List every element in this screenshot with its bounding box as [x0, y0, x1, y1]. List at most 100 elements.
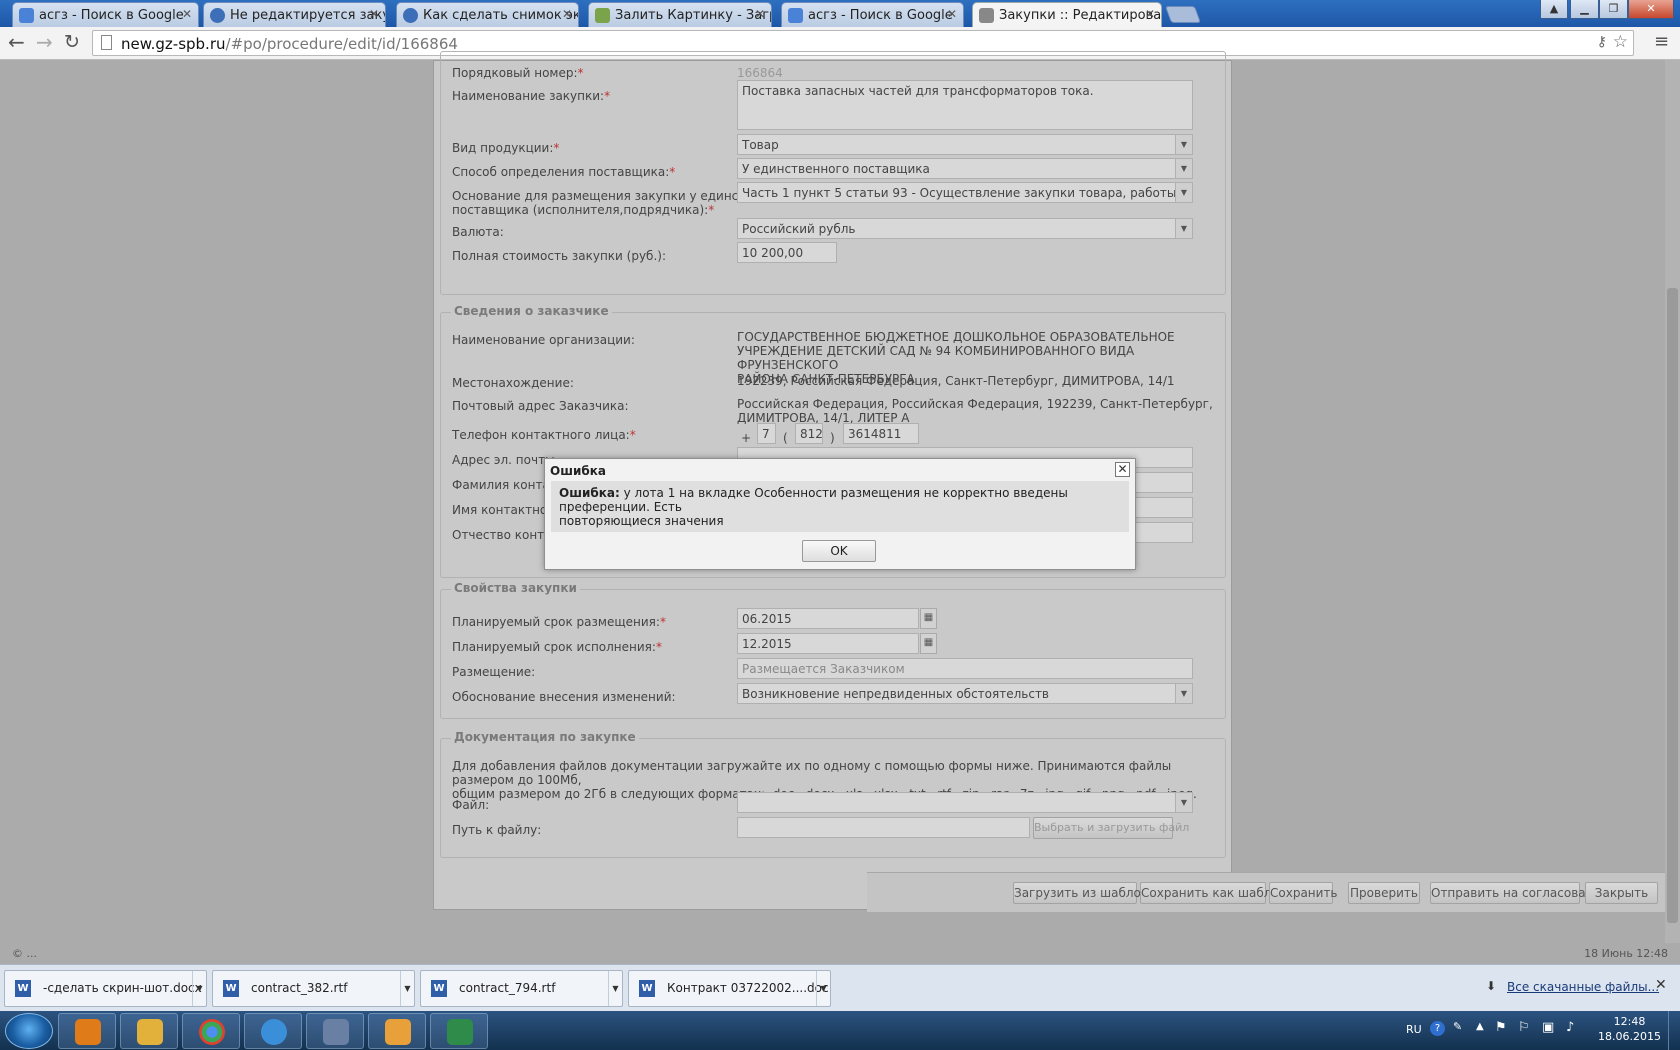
chevron-down-icon[interactable]: ▼ — [816, 971, 830, 1006]
page-scrollbar[interactable] — [1665, 60, 1680, 943]
download-item[interactable]: W contract_382.rtf ▼ — [212, 970, 415, 1007]
taskbar-outlook[interactable] — [368, 1013, 426, 1049]
execution-term-input[interactable]: 12.2015 — [737, 633, 919, 654]
tab-question-1[interactable]: Не редактируется закупк ✕ — [203, 2, 386, 27]
language-indicator[interactable]: RU — [1406, 1023, 1422, 1036]
taskbar-excel[interactable] — [430, 1013, 488, 1049]
tab-image-upload[interactable]: Залить Картинку - Загру ✕ — [588, 2, 772, 27]
close-icon[interactable]: ✕ — [1115, 462, 1130, 477]
taskbar-explorer[interactable] — [120, 1013, 178, 1049]
supplier-method-select[interactable]: У единственного поставщика ▼ — [737, 158, 1193, 179]
total-cost-input[interactable]: 10 200,00 — [737, 242, 837, 263]
product-type-select[interactable]: Товар ▼ — [737, 134, 1193, 155]
url-text: new.gz-spb.ru/#po/procedure/edit/id/1668… — [121, 35, 458, 53]
phone-number-input[interactable]: 3614811 — [843, 423, 919, 444]
minimize-button[interactable]: ▁ — [1570, 0, 1599, 19]
scrollbar-thumb[interactable] — [1667, 288, 1678, 923]
network-icon[interactable]: ▣ — [1542, 1020, 1554, 1035]
help-icon[interactable]: ? — [1430, 1021, 1445, 1036]
chevron-down-icon: ▼ — [1175, 159, 1192, 178]
send-approval-button[interactable]: Отправить на согласование — [1430, 882, 1609, 904]
currency-label: Валюта: — [452, 225, 504, 239]
download-item[interactable]: W -сделать скрин-шот.docx ▼ — [4, 970, 207, 1007]
chevron-down-icon: ▼ — [1175, 183, 1192, 202]
placement-term-label: Планируемый срок размещения:* — [452, 615, 666, 629]
calendar-icon[interactable]: ▦ — [920, 608, 937, 629]
window-close-button[interactable]: ✕ — [1628, 0, 1674, 19]
tab-google-search-2[interactable]: асгз - Поиск в Google ✕ — [781, 2, 964, 27]
location-label: Местонахождение: — [452, 376, 574, 390]
load-template-button[interactable]: Загрузить из шаблона — [1013, 882, 1156, 904]
file-select[interactable]: ▼ — [737, 792, 1193, 813]
phone-country-input[interactable]: 7 — [757, 423, 776, 444]
taskbar-media-player[interactable] — [58, 1013, 116, 1049]
chevron-down-icon[interactable]: ▼ — [400, 971, 414, 1006]
order-number-label: Порядковый номер:* — [452, 66, 584, 80]
close-form-button[interactable]: Закрыть — [1585, 882, 1658, 904]
file-path-input[interactable] — [737, 817, 1030, 838]
system-clock[interactable]: 12:48 18.06.2015 — [1598, 1014, 1661, 1044]
check-button[interactable]: Проверить — [1348, 882, 1420, 904]
change-reason-select[interactable]: Возникновение непредвиденных обстоятельс… — [737, 683, 1193, 704]
contact-phone-label: Телефон контактного лица:* — [452, 428, 636, 442]
google-icon — [19, 8, 34, 23]
taskbar-remote-desktop[interactable] — [306, 1013, 364, 1049]
back-icon[interactable]: ← — [8, 32, 25, 52]
save-button[interactable]: Сохранить — [1269, 882, 1338, 904]
restore-button[interactable]: ❐ — [1599, 0, 1628, 19]
key-icon[interactable]: ⚷ — [1597, 34, 1607, 50]
user-icon[interactable]: ▲ — [1540, 0, 1568, 19]
organization-name-label: Наименование организации: — [452, 333, 635, 347]
download-item[interactable]: W Контракт 03722002....doc ▼ — [628, 970, 831, 1007]
phone-plus: + — [741, 431, 752, 445]
pen-icon[interactable]: ✎ — [1453, 1020, 1462, 1033]
tab-question-2[interactable]: Как сделать снимок экра ✕ — [396, 2, 579, 27]
action-center-icon[interactable]: ⚐ — [1518, 1020, 1530, 1035]
show-desktop-button[interactable] — [1668, 1011, 1680, 1050]
calendar-icon[interactable]: ▦ — [920, 633, 937, 654]
message-line-2: повторяющиеся значения — [559, 514, 724, 528]
phone-code-input[interactable]: 812 — [795, 423, 823, 444]
tab-procurement-edit[interactable]: Закупки :: Редактирован ✕ — [972, 2, 1162, 27]
help-icon — [210, 8, 225, 23]
reload-icon[interactable]: ↻ — [64, 32, 80, 52]
taskbar-chrome[interactable] — [182, 1013, 240, 1049]
help-icon — [403, 8, 418, 23]
bookmark-star-icon[interactable]: ☆ — [1613, 32, 1628, 52]
excel-icon — [447, 1019, 473, 1045]
tab-title: Залить Картинку - Загру — [615, 8, 772, 23]
clock-date: 18.06.2015 — [1598, 1030, 1661, 1043]
chevron-down-icon[interactable]: ▼ — [608, 971, 622, 1006]
close-icon[interactable]: ✕ — [369, 7, 379, 21]
tab-google-search-1[interactable]: асгз - Поиск в Google ✕ — [12, 2, 199, 27]
currency-select[interactable]: Российский рубль ▼ — [737, 218, 1193, 239]
close-icon[interactable]: ✕ — [1655, 977, 1667, 993]
procurement-name-input[interactable]: Поставка запасных частей для трансформат… — [737, 80, 1193, 130]
close-icon[interactable]: ✕ — [1145, 7, 1155, 21]
close-icon[interactable]: ✕ — [947, 7, 957, 21]
close-icon[interactable]: ✕ — [182, 7, 192, 21]
placement-term-input[interactable]: 06.2015 — [737, 608, 919, 629]
close-icon[interactable]: ✕ — [755, 7, 765, 21]
menu-icon[interactable]: ≡ — [1654, 32, 1669, 52]
chevron-down-icon: ▼ — [1175, 219, 1192, 238]
all-downloads-link[interactable]: Все скачанные файлы... — [1507, 980, 1659, 994]
ok-button[interactable]: OK — [802, 540, 876, 562]
close-icon[interactable]: ✕ — [562, 7, 572, 21]
single-supplier-basis-select[interactable]: Часть 1 пункт 5 статьи 93 - Осуществлени… — [737, 182, 1193, 203]
taskbar-ie[interactable] — [244, 1013, 302, 1049]
forward-icon[interactable]: → — [36, 32, 53, 52]
new-tab-button[interactable] — [1164, 6, 1202, 23]
chevron-down-icon[interactable]: ▼ — [192, 971, 206, 1006]
clock-time: 12:48 — [1613, 1015, 1646, 1028]
flag-icon[interactable]: ⚑ — [1495, 1020, 1507, 1035]
email-label: Адрес эл. почты — [452, 453, 555, 467]
volume-icon[interactable]: ♪ — [1566, 1020, 1574, 1035]
download-item[interactable]: W contract_794.rtf ▼ — [420, 970, 623, 1007]
ie-icon — [261, 1019, 287, 1045]
upload-file-button[interactable]: Выбрать и загрузить файл — [1033, 817, 1189, 839]
start-button[interactable] — [5, 1013, 53, 1049]
tray-expand-icon[interactable]: ▲ — [1476, 1021, 1484, 1032]
save-template-button[interactable]: Сохранить как шаблон — [1140, 882, 1287, 904]
word-document-icon: W — [431, 980, 447, 997]
